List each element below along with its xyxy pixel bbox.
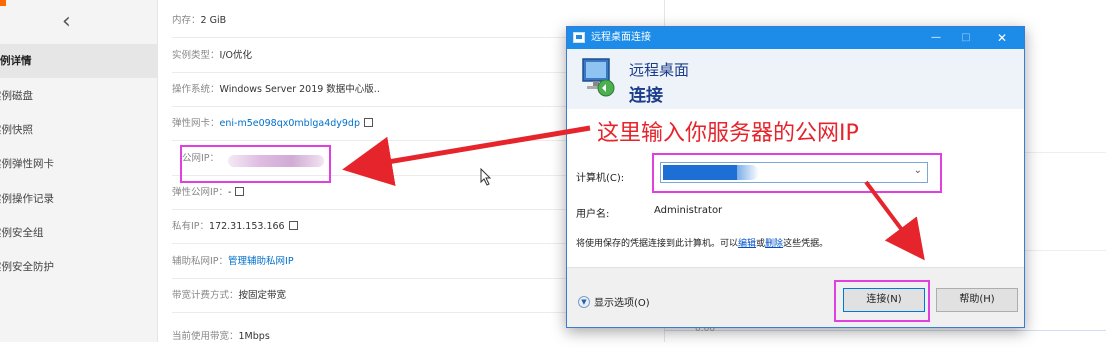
annotation-arrows bbox=[342, 125, 925, 261]
mouse-cursor-icon bbox=[480, 168, 492, 186]
arrow-to-connect-button bbox=[864, 180, 925, 261]
arrow-to-public-ip bbox=[342, 125, 591, 187]
